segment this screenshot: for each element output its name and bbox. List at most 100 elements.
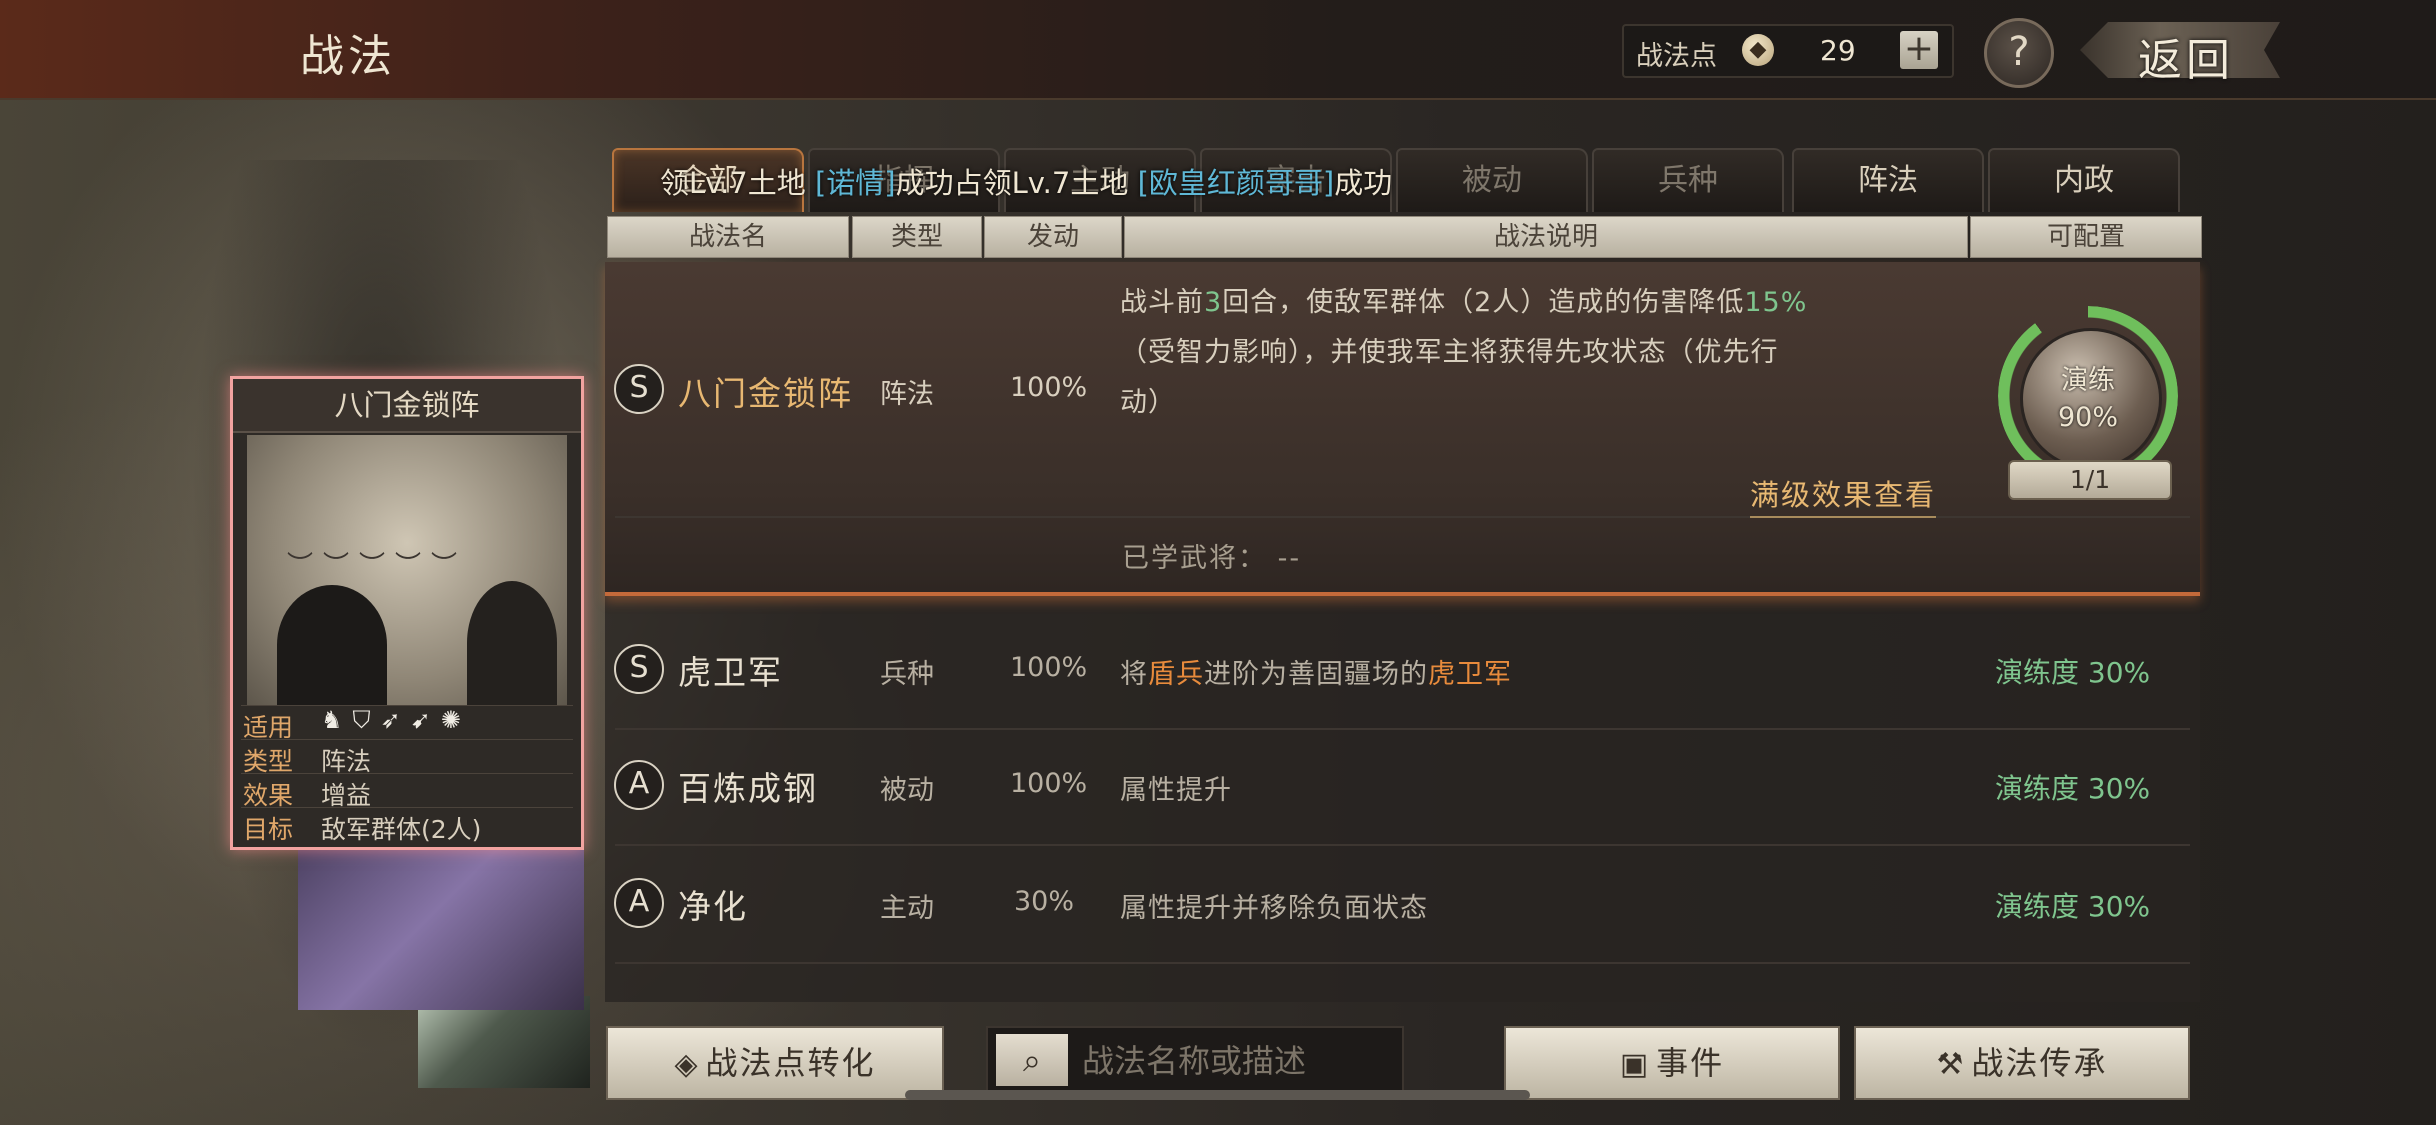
scroll-indicator[interactable] [905, 1090, 1530, 1100]
card-row-effect: 效果 增益 [241, 773, 573, 810]
card-row-suit: 适用 ♞⛉➶➹✺ [241, 705, 573, 742]
divider [615, 516, 2190, 518]
cavalry-icon: ♞ [321, 706, 353, 734]
search-input[interactable] [1080, 1036, 1394, 1086]
broadcast-marquee: 领Lv.7土地 [诺情]成功占领Lv.7土地 [欧皇红颜哥哥]成功 [660, 160, 1392, 202]
marquee-player-name: [诺情] [814, 166, 896, 200]
page-title: 战法 [300, 31, 396, 82]
tactic-description: 将盾兵进阶为善固疆场的虎卫军 [1120, 652, 1512, 691]
marquee-text: 成功占领Lv.7土地 [895, 166, 1138, 200]
unit-icons: ♞⛉➶➹✺ [321, 706, 471, 734]
grade-badge: A [614, 760, 664, 810]
practice-level: 演练度 30% [1995, 656, 2151, 689]
column-header-trigger: 发动 [984, 216, 1122, 258]
shield-icon: ⛉ [352, 706, 381, 734]
divider [615, 962, 2190, 964]
marquee-text: 领Lv.7土地 [660, 166, 815, 200]
max-level-effect-link[interactable]: 满级效果查看 [1750, 472, 1937, 518]
grade-badge: S [614, 364, 664, 414]
marquee-text: 成功 [1334, 166, 1393, 200]
practice-percent: 90% [2057, 402, 2118, 433]
card-illustration: ︶︶︶︶︶ [247, 435, 567, 705]
tab-formation[interactable]: 阵法 [1792, 148, 1984, 212]
inherit-button[interactable]: ⚒ 战法传承 [1854, 1026, 2190, 1100]
back-button[interactable]: 返回 [2080, 14, 2280, 86]
tactic-name[interactable]: 百炼成钢 [678, 762, 818, 810]
card-title: 八门金锁阵 [233, 379, 581, 433]
practice-gauge[interactable]: 演练 90% [1998, 306, 2178, 486]
birds-decoration: ︶︶︶︶︶ [287, 551, 468, 581]
learned-label: 已学武将： [1122, 543, 1267, 574]
tactic-type: 兵种 [880, 659, 934, 690]
tab-troop[interactable]: 兵种 [1592, 148, 1784, 212]
tactic-type: 被动 [880, 775, 934, 806]
tactic-description-line2: （受智力影响），并使我军主将获得先攻状态（优先行 [1120, 337, 1779, 368]
spear-icon: ➹ [410, 706, 441, 734]
flame-coin-icon: ◆ [1742, 34, 1774, 66]
desc-text: 将 [1120, 659, 1148, 690]
search-icon[interactable]: ⌕ [996, 1034, 1068, 1086]
tactic-description-line1: 战斗前3回合，使敌军群体（2人）造成的伤害降低15% [1120, 280, 1807, 319]
points-label: 战法点 [1636, 41, 1717, 72]
desc-text: 回合，使敌军群体（2人）造成的伤害降低 [1222, 287, 1745, 318]
alert-icon: ▣ [1619, 1047, 1651, 1082]
desc-highlight: 15% [1744, 287, 1808, 318]
grade-badge: S [614, 644, 664, 694]
figure-silhouette [467, 581, 557, 705]
tactic-rate: 100% [1010, 768, 1088, 799]
tactic-description-line3: 动） [1120, 387, 1176, 418]
practice-level: 演练度 30% [1995, 890, 2151, 923]
points-value: 29 [1820, 34, 1856, 67]
convert-label: 战法点转化 [705, 1044, 876, 1082]
desc-text: 进阶为善固疆场的 [1204, 659, 1428, 690]
column-header-configurable: 可配置 [1970, 216, 2202, 258]
bow-icon: ➶ [380, 706, 411, 734]
add-points-button[interactable]: + [1900, 31, 1938, 69]
tactic-type: 主动 [880, 893, 934, 924]
column-header-name: 战法名 [607, 216, 849, 258]
tactic-description: 属性提升 [1120, 775, 1232, 806]
learned-value: -- [1277, 543, 1302, 574]
practice-level: 演练度 30% [1995, 772, 2151, 805]
tab-domestic[interactable]: 内政 [1988, 148, 2180, 212]
convert-points-button[interactable]: ◈ 战法点转化 [606, 1026, 944, 1100]
top-bar: 战法 战法点 ◆ 29 + ? 返回 [0, 0, 2436, 100]
tactic-name[interactable]: 净化 [678, 880, 748, 928]
tactic-card: 八门金锁阵 ︶︶︶︶︶ 适用 ♞⛉➶➹✺ 类型 阵法 效果 增益 目标 敌军群体… [230, 376, 584, 850]
tactic-description: 属性提升并移除负面状态 [1120, 893, 1428, 924]
event-button[interactable]: ▣ 事件 [1504, 1026, 1840, 1100]
grade-badge: A [614, 878, 664, 928]
desc-text: 战斗前 [1120, 287, 1204, 318]
tactic-rate: 100% [1010, 372, 1088, 403]
practice-label: 演练 [2061, 365, 2115, 396]
back-label: 返回 [2138, 35, 2234, 86]
figure-silhouette [277, 585, 387, 705]
help-button[interactable]: ? [1984, 18, 2054, 88]
divider [615, 728, 2190, 730]
card-key: 目标 [243, 815, 294, 844]
practice-orb [2020, 328, 2162, 470]
marquee-player-name: [欧皇红颜哥哥] [1137, 166, 1335, 200]
learned-generals: 已学武将： -- [1122, 536, 1301, 575]
desc-highlight: 盾兵 [1148, 659, 1204, 690]
tab-passive[interactable]: 被动 [1396, 148, 1588, 212]
inherit-label: 战法传承 [1971, 1044, 2108, 1082]
hammer-icon: ⚒ [1936, 1047, 1966, 1082]
desc-highlight: 虎卫军 [1428, 659, 1512, 690]
search-box: ⌕ [986, 1026, 1404, 1096]
card-row-type: 类型 阵法 [241, 739, 573, 776]
column-header-description: 战法说明 [1124, 216, 1968, 258]
practice-count: 1/1 [2008, 460, 2172, 500]
tactic-name[interactable]: 虎卫军 [678, 646, 783, 694]
tactic-name: 八门金锁阵 [678, 374, 853, 413]
column-header-type: 类型 [852, 216, 982, 258]
tactic-rate: 100% [1010, 652, 1088, 683]
tactic-type: 阵法 [880, 379, 934, 410]
wheel-icon: ✺ [440, 706, 471, 734]
card-row-target: 目标 敌军群体(2人) [241, 807, 573, 844]
card-preview-back [298, 846, 584, 1010]
card-value: 敌军群体(2人) [321, 815, 482, 844]
divider [615, 844, 2190, 846]
flame-icon: ◈ [674, 1047, 700, 1082]
desc-highlight: 3 [1204, 287, 1223, 318]
